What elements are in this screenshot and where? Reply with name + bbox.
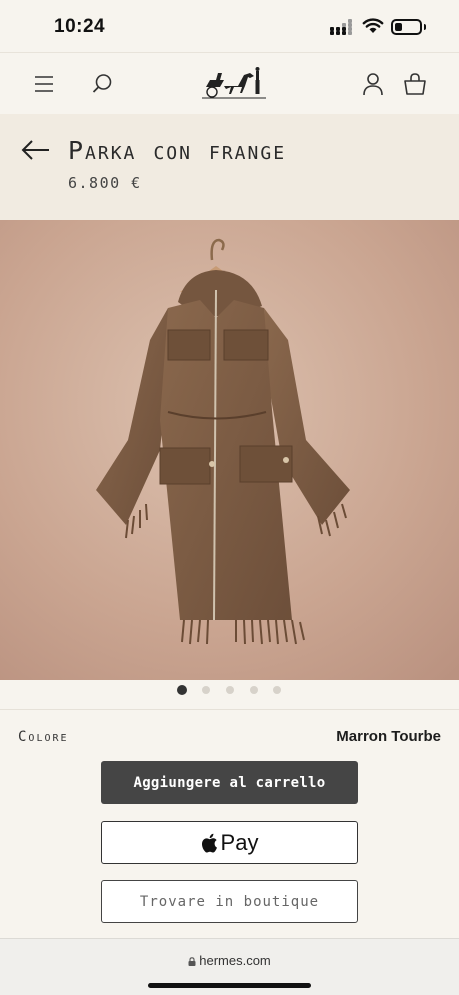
color-label: Colore (18, 729, 69, 745)
back-arrow-icon[interactable] (20, 138, 52, 162)
menu-icon[interactable] (32, 71, 58, 97)
browser-url-bar[interactable]: hermes.com (0, 938, 459, 995)
left-pocket (159, 447, 211, 485)
product-title: Parka con frange (68, 136, 287, 165)
status-bar: 10:24 (0, 0, 459, 52)
url-text: hermes.com (199, 953, 271, 968)
site-header (0, 52, 459, 114)
url-display[interactable]: hermes.com (0, 953, 459, 968)
battery-level (395, 23, 402, 31)
home-indicator[interactable] (148, 983, 311, 988)
hermes-logo[interactable] (198, 65, 270, 101)
product-price: 6.800 € (68, 174, 142, 192)
gallery-dot[interactable] (226, 686, 234, 694)
gallery-dot-active[interactable] (177, 685, 187, 695)
status-time: 10:24 (54, 16, 106, 37)
search-icon[interactable] (90, 71, 116, 97)
product-photo (0, 220, 459, 680)
add-to-cart-button[interactable]: Aggiungere al carrello (101, 761, 358, 804)
apple-icon (201, 833, 217, 853)
apple-pay-label: Pay (220, 829, 259, 855)
add-to-cart-label: Aggiungere al carrello (133, 774, 326, 791)
gallery-pagination (0, 684, 459, 698)
right-pocket (239, 445, 293, 483)
apple-pay-button[interactable]: Pay (101, 821, 358, 864)
cellular-signal-icon (330, 19, 354, 35)
color-value[interactable]: Marron Tourbe (336, 728, 441, 745)
lock-icon (188, 957, 196, 966)
account-icon[interactable] (360, 71, 386, 97)
right-chest-pocket (223, 329, 269, 361)
product-header: Parka con frange 6.800 € (0, 114, 459, 220)
battery-cap (424, 24, 426, 30)
gallery-dot[interactable] (273, 686, 281, 694)
find-in-boutique-button[interactable]: Trovare in boutique (101, 880, 358, 923)
bag-icon[interactable] (402, 71, 428, 97)
section-divider (0, 709, 459, 710)
gallery-dot[interactable] (250, 686, 258, 694)
battery-icon (391, 19, 422, 35)
gallery-dot[interactable] (202, 686, 210, 694)
wifi-icon (362, 18, 384, 33)
find-in-boutique-label: Trovare in boutique (139, 893, 320, 910)
left-chest-pocket (167, 329, 211, 361)
product-image[interactable] (0, 220, 459, 680)
